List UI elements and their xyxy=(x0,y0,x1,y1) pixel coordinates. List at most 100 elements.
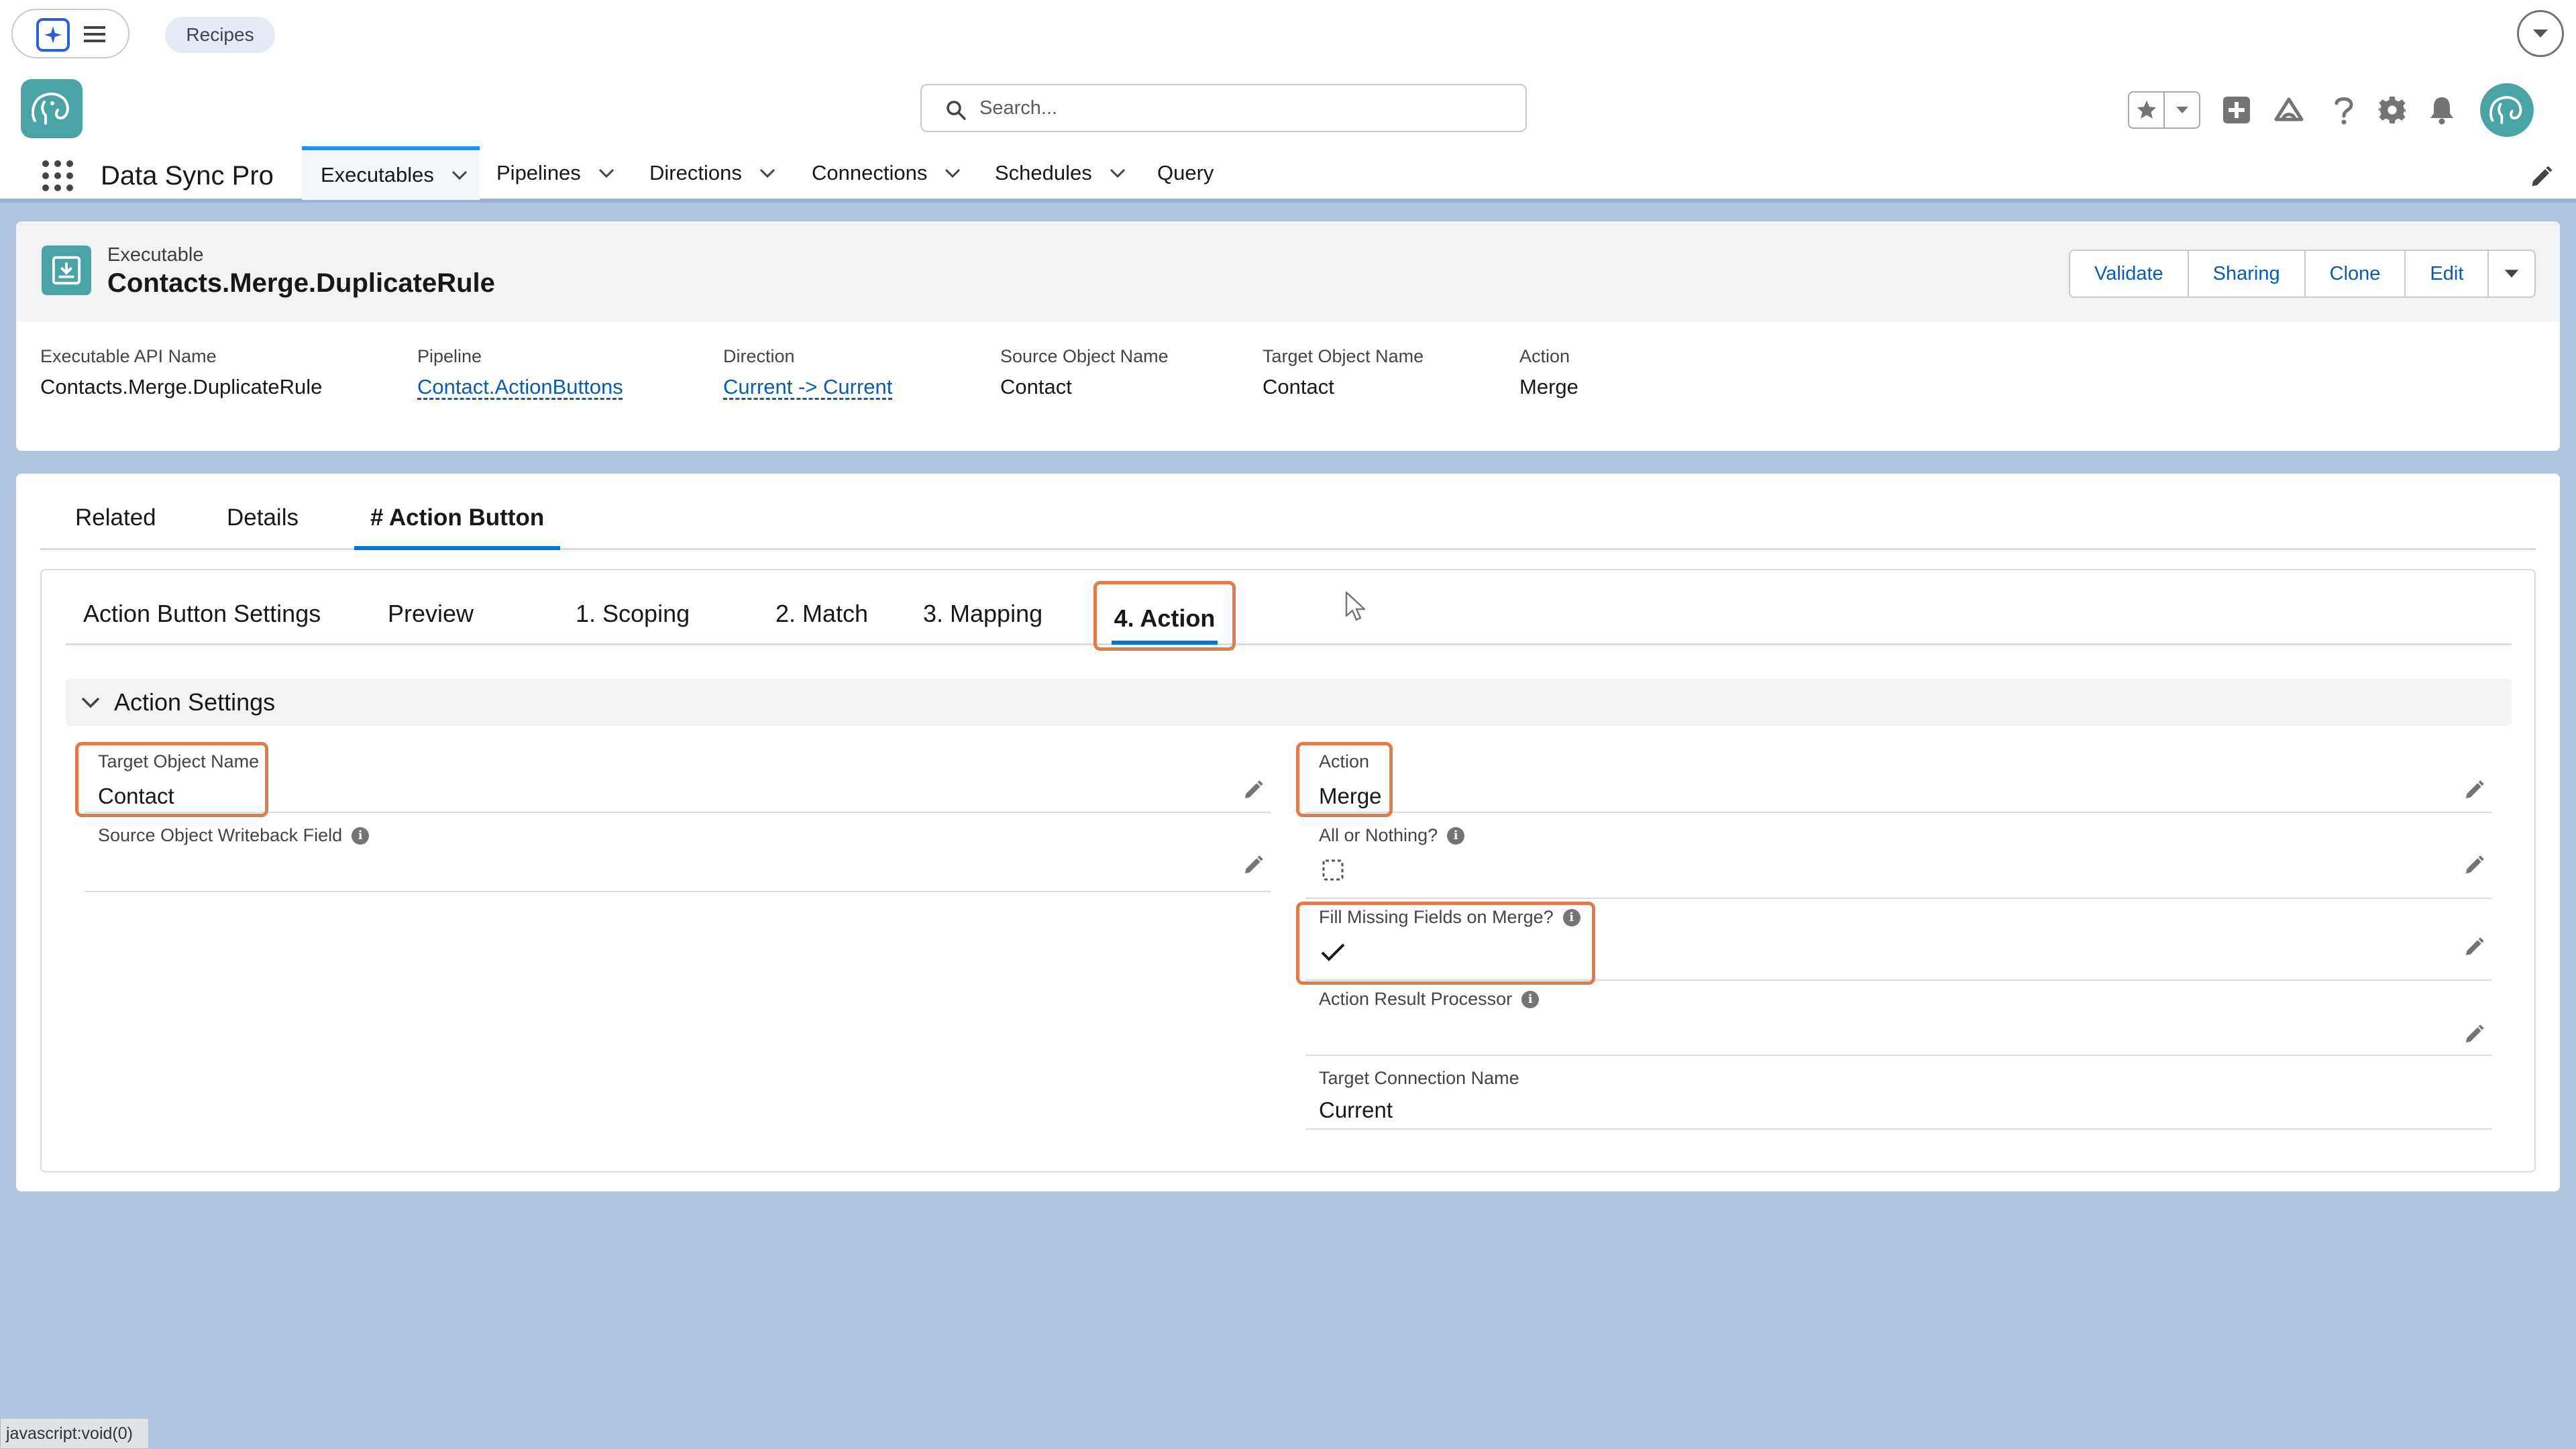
field-label: Action Result Processor xyxy=(1319,989,1513,1009)
record-title: Contacts.Merge.DuplicateRule xyxy=(107,268,495,298)
agent-launcher[interactable] xyxy=(11,9,129,58)
chevron-down-icon[interactable] xyxy=(945,168,961,178)
nav-tab-label: Query xyxy=(1157,161,1214,184)
sharing-button[interactable]: Sharing xyxy=(2189,251,2306,297)
highlight-field-api-name: Executable API Name Contacts.Merge.Dupli… xyxy=(40,346,322,399)
action-button-panel: Action Button Settings Preview 1. Scopin… xyxy=(40,569,2536,1173)
subtab-mapping[interactable]: 3. Mapping xyxy=(923,600,1042,645)
action-settings-section-header[interactable]: Action Settings xyxy=(66,679,2512,726)
field-value: Contact xyxy=(1000,375,1072,398)
nav-tab-executables[interactable]: Executables xyxy=(302,146,480,200)
search-icon xyxy=(946,100,966,120)
field-label: Source Object Writeback Field xyxy=(98,825,343,845)
chevron-down-icon[interactable] xyxy=(1110,168,1126,178)
chevron-down-icon[interactable] xyxy=(2517,10,2564,57)
pencil-icon[interactable] xyxy=(2463,780,2485,801)
field-label: All or Nothing? xyxy=(1319,825,1438,845)
global-search[interactable] xyxy=(920,84,1527,132)
nav-tab-label: Schedules xyxy=(995,161,1092,184)
favorites-group xyxy=(2128,91,2200,129)
highlight-field-target-object: Target Object Name Contact xyxy=(1263,346,1424,399)
field-label: Executable API Name xyxy=(40,346,217,366)
nav-tab-connections[interactable]: Connections xyxy=(812,146,961,200)
subtab-action[interactable]: 4. Action xyxy=(1093,581,1236,651)
pencil-icon[interactable] xyxy=(1242,780,1264,801)
subtab-preview[interactable]: Preview xyxy=(388,600,474,645)
record-detail-card: Related Details # Action Button Action B… xyxy=(16,474,2560,1191)
sparkle-icon xyxy=(36,18,70,52)
field-value: Contact xyxy=(1263,375,1334,398)
action-button-subtabs: Action Button Settings Preview 1. Scopin… xyxy=(66,570,2512,651)
subtab-scoping[interactable]: 1. Scoping xyxy=(576,600,690,645)
record-tabs: Related Details # Action Button xyxy=(40,474,2536,550)
search-input[interactable] xyxy=(979,92,1509,124)
trailhead-icon[interactable] xyxy=(2270,91,2308,129)
highlight-box xyxy=(1296,742,1393,817)
info-icon[interactable]: i xyxy=(1447,826,1465,845)
validate-button[interactable]: Validate xyxy=(2070,251,2189,297)
highlight-field-action: Action Merge xyxy=(1519,346,1578,399)
tab-details[interactable]: Details xyxy=(227,504,299,550)
nav-tab-label: Directions xyxy=(649,161,742,184)
field-action: Action Merge xyxy=(1305,739,2491,813)
edit-nav-pencil-icon[interactable] xyxy=(2529,165,2553,189)
record-type-label: Executable xyxy=(107,244,204,266)
highlight-field-pipeline: Pipeline Contact.ActionButtons xyxy=(417,346,623,399)
field-label: Target Connection Name xyxy=(1319,1068,1519,1088)
field-value: Merge xyxy=(1519,375,1578,398)
gear-icon[interactable] xyxy=(2373,91,2411,129)
field-label-row: Source Object Writeback Field i xyxy=(98,825,370,846)
subtab-action-button-settings[interactable]: Action Button Settings xyxy=(83,600,321,645)
nav-tab-label: Executables xyxy=(321,163,434,186)
user-avatar[interactable] xyxy=(2480,83,2534,137)
field-label: Target Object Name xyxy=(1263,346,1424,366)
info-icon[interactable]: i xyxy=(1521,990,1540,1008)
recipes-pill[interactable]: Recipes xyxy=(165,17,275,53)
pencil-icon[interactable] xyxy=(1242,855,1264,876)
chevron-down-icon[interactable] xyxy=(80,696,101,708)
chevron-down-icon xyxy=(2505,270,2519,278)
record-highlights-panel: Executable Contacts.Merge.DuplicateRule … xyxy=(16,221,2560,451)
clone-button[interactable]: Clone xyxy=(2306,251,2406,297)
chevron-down-icon[interactable] xyxy=(451,170,468,180)
hamburger-menu-icon[interactable] xyxy=(83,23,107,45)
nav-tab-label: Pipelines xyxy=(496,161,581,184)
chevron-down-icon[interactable] xyxy=(598,168,614,178)
global-create-icon[interactable] xyxy=(2218,91,2255,129)
browser-status-bar: javascript:void(0) xyxy=(0,1418,149,1449)
field-target-connection-name: Target Connection Name Current xyxy=(1305,1060,2491,1130)
nav-tab-pipelines[interactable]: Pipelines xyxy=(496,146,614,200)
tab-action-button[interactable]: # Action Button xyxy=(354,504,561,550)
favorites-dropdown-icon[interactable] xyxy=(2165,93,2199,127)
highlight-box xyxy=(75,742,268,817)
field-action-result-processor: Action Result Processor i xyxy=(1305,982,2491,1056)
chevron-down-icon[interactable] xyxy=(759,168,775,178)
field-label: Action xyxy=(1519,346,1570,366)
edit-button[interactable]: Edit xyxy=(2406,251,2489,297)
app-launcher-waffle-icon[interactable] xyxy=(40,158,75,193)
tab-related[interactable]: Related xyxy=(75,504,156,550)
executable-record-icon xyxy=(42,246,91,295)
favorites-star-icon[interactable] xyxy=(2129,93,2165,127)
elephant-logo-icon[interactable] xyxy=(21,79,83,138)
more-actions-button[interactable] xyxy=(2489,251,2534,297)
subtab-match[interactable]: 2. Match xyxy=(775,600,868,645)
nav-tab-schedules[interactable]: Schedules xyxy=(995,146,1126,200)
field-label: Source Object Name xyxy=(1000,346,1169,366)
checkbox-unchecked[interactable] xyxy=(1322,859,1344,881)
notifications-bell-icon[interactable] xyxy=(2423,91,2461,129)
pipeline-link[interactable]: Contact.ActionButtons xyxy=(417,375,623,399)
field-value: Current xyxy=(1319,1097,1393,1122)
pencil-icon[interactable] xyxy=(2463,936,2485,958)
nav-tab-directions[interactable]: Directions xyxy=(649,146,775,200)
help-icon[interactable] xyxy=(2325,91,2363,129)
direction-link[interactable]: Current -> Current xyxy=(723,375,892,399)
pencil-icon[interactable] xyxy=(2463,855,2485,876)
section-title: Action Settings xyxy=(114,688,276,716)
field-label-row: Action Result Processor i xyxy=(1319,989,1540,1010)
nav-tab-query[interactable]: Query xyxy=(1157,146,1214,200)
pencil-icon[interactable] xyxy=(2463,1024,2485,1045)
info-icon[interactable]: i xyxy=(352,826,370,845)
field-value: Contacts.Merge.DuplicateRule xyxy=(40,375,323,398)
mouse-cursor-icon xyxy=(1344,590,1367,623)
